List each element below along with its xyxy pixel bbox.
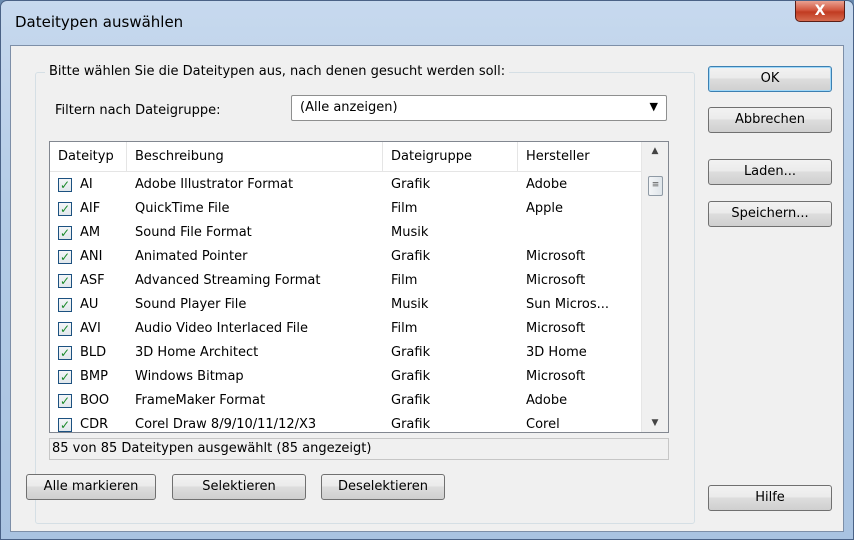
cell-type: AU <box>80 297 99 312</box>
table-row[interactable]: ✓ BLD 3D Home Architect Grafik 3D Home <box>50 341 642 365</box>
filter-group-select[interactable]: (Alle anzeigen) ▼ <box>291 95 667 121</box>
column-header-vendor[interactable]: Hersteller <box>518 142 642 172</box>
row-checkbox[interactable]: ✓ <box>58 322 72 336</box>
select-button[interactable]: Selektieren <box>172 474 306 500</box>
row-checkbox[interactable]: ✓ <box>58 418 72 432</box>
cell-group: Musik <box>391 225 429 240</box>
column-header-group[interactable]: Dateigruppe <box>383 142 518 172</box>
cell-group: Grafik <box>391 417 431 432</box>
cell-group: Grafik <box>391 177 431 192</box>
cell-description: 3D Home Architect <box>135 345 259 360</box>
cell-vendor: Adobe <box>526 393 568 408</box>
window-title: Dateitypen auswählen <box>15 13 184 31</box>
cell-group: Musik <box>391 297 429 312</box>
cell-description: Animated Pointer <box>135 249 248 264</box>
cell-group: Film <box>391 273 418 288</box>
table-row[interactable]: ✓ CDR Corel Draw 8/9/10/11/12/X3 Grafik Core… <box>50 413 642 432</box>
cell-vendor: Microsoft <box>526 369 586 384</box>
row-checkbox[interactable]: ✓ <box>58 346 72 360</box>
table-row[interactable]: ✓ AM Sound File Format Musik <box>50 221 642 245</box>
table-row[interactable]: ✓ BMP Windows Bitmap Grafik Microsoft <box>50 365 642 389</box>
row-checkbox[interactable]: ✓ <box>58 370 72 384</box>
cell-group: Grafik <box>391 345 431 360</box>
dialog-client-area: Bitte wählen Sie die Dateitypen aus, nac… <box>10 45 844 532</box>
table-row[interactable]: ✓ AVI Audio Video Interlaced File Film Micro… <box>50 317 642 341</box>
group-label: Bitte wählen Sie die Dateitypen aus, nac… <box>45 64 510 79</box>
cell-vendor: 3D Home <box>526 345 587 360</box>
cell-type: AM <box>80 225 101 240</box>
file-type-list[interactable]: Dateityp Beschreibung Dateigruppe Herste… <box>49 141 669 433</box>
cell-description: Sound File Format <box>135 225 252 240</box>
scroll-thumb[interactable]: ≡ <box>648 176 663 196</box>
chevron-down-icon: ▼ <box>649 100 658 113</box>
cell-type: ASF <box>80 273 105 288</box>
selection-status: 85 von 85 Dateitypen ausgewählt (85 ange… <box>49 438 669 460</box>
ok-button[interactable]: OK <box>708 66 832 92</box>
scroll-down-icon[interactable]: ▼ <box>642 414 668 432</box>
close-button[interactable]: X <box>795 1 845 22</box>
cell-vendor: Sun Micros... <box>526 297 610 312</box>
cell-type: AVI <box>80 321 101 336</box>
vertical-scrollbar[interactable]: ▲ ≡ ▼ <box>641 142 668 432</box>
close-icon: X <box>814 3 826 19</box>
cell-description: Corel Draw 8/9/10/11/12/X3 <box>135 417 317 432</box>
list-rows: ✓ AI Adobe Illustrator Format Grafik Adobe ✓ A… <box>50 173 642 432</box>
row-checkbox[interactable]: ✓ <box>58 178 72 192</box>
cell-group: Grafik <box>391 393 431 408</box>
table-row[interactable]: ✓ BOO FrameMaker Format Grafik Adobe <box>50 389 642 413</box>
row-checkbox[interactable]: ✓ <box>58 250 72 264</box>
save-button[interactable]: Speichern... <box>708 201 832 227</box>
cell-type: BOO <box>80 393 110 408</box>
cell-group: Film <box>391 321 418 336</box>
row-checkbox[interactable]: ✓ <box>58 298 72 312</box>
cell-vendor: Microsoft <box>526 249 586 264</box>
cell-vendor: Apple <box>526 201 564 216</box>
cell-group: Grafik <box>391 369 431 384</box>
cell-type: CDR <box>80 417 109 432</box>
cell-description: Windows Bitmap <box>135 369 244 384</box>
cell-description: QuickTime File <box>135 201 230 216</box>
column-header-type[interactable]: Dateityp <box>50 142 127 172</box>
row-checkbox[interactable]: ✓ <box>58 226 72 240</box>
cell-description: Audio Video Interlaced File <box>135 321 309 336</box>
cell-type: AI <box>80 177 93 192</box>
cell-description: Advanced Streaming Format <box>135 273 321 288</box>
table-row[interactable]: ✓ AI Adobe Illustrator Format Grafik Adobe <box>50 173 642 197</box>
table-row[interactable]: ✓ ASF Advanced Streaming Format Film Microso… <box>50 269 642 293</box>
table-row[interactable]: ✓ ANI Animated Pointer Grafik Microsoft <box>50 245 642 269</box>
cell-vendor: Microsoft <box>526 321 586 336</box>
list-header: Dateityp Beschreibung Dateigruppe Herste… <box>50 142 642 172</box>
cell-description: Adobe Illustrator Format <box>135 177 294 192</box>
help-button[interactable]: Hilfe <box>708 485 832 511</box>
cell-group: Film <box>391 201 418 216</box>
cell-description: Sound Player File <box>135 297 247 312</box>
cancel-button[interactable]: Abbrechen <box>708 107 832 133</box>
cell-vendor: Corel <box>526 417 560 432</box>
cell-vendor: Adobe <box>526 177 568 192</box>
scroll-up-icon[interactable]: ▲ <box>642 142 668 160</box>
deselect-button[interactable]: Deselektieren <box>321 474 445 500</box>
row-checkbox[interactable]: ✓ <box>58 274 72 288</box>
cell-type: ANI <box>80 249 103 264</box>
table-row[interactable]: ✓ AIF QuickTime File Film Apple <box>50 197 642 221</box>
filter-selected-value: (Alle anzeigen) <box>300 100 398 115</box>
cell-type: BLD <box>80 345 107 360</box>
column-header-description[interactable]: Beschreibung <box>127 142 383 172</box>
title-bar[interactable]: Dateitypen auswählen X <box>1 1 853 45</box>
row-checkbox[interactable]: ✓ <box>58 394 72 408</box>
dialog-window: Dateitypen auswählen X Bitte wählen Sie … <box>0 0 854 540</box>
cell-vendor: Microsoft <box>526 273 586 288</box>
cell-group: Grafik <box>391 249 431 264</box>
table-row[interactable]: ✓ AU Sound Player File Musik Sun Micros... <box>50 293 642 317</box>
select-all-button[interactable]: Alle markieren <box>26 474 156 500</box>
cell-type: BMP <box>80 369 108 384</box>
load-button[interactable]: Laden... <box>708 159 832 185</box>
cell-description: FrameMaker Format <box>135 393 266 408</box>
filter-label: Filtern nach Dateigruppe: <box>55 103 221 118</box>
cell-type: AIF <box>80 201 101 216</box>
row-checkbox[interactable]: ✓ <box>58 202 72 216</box>
